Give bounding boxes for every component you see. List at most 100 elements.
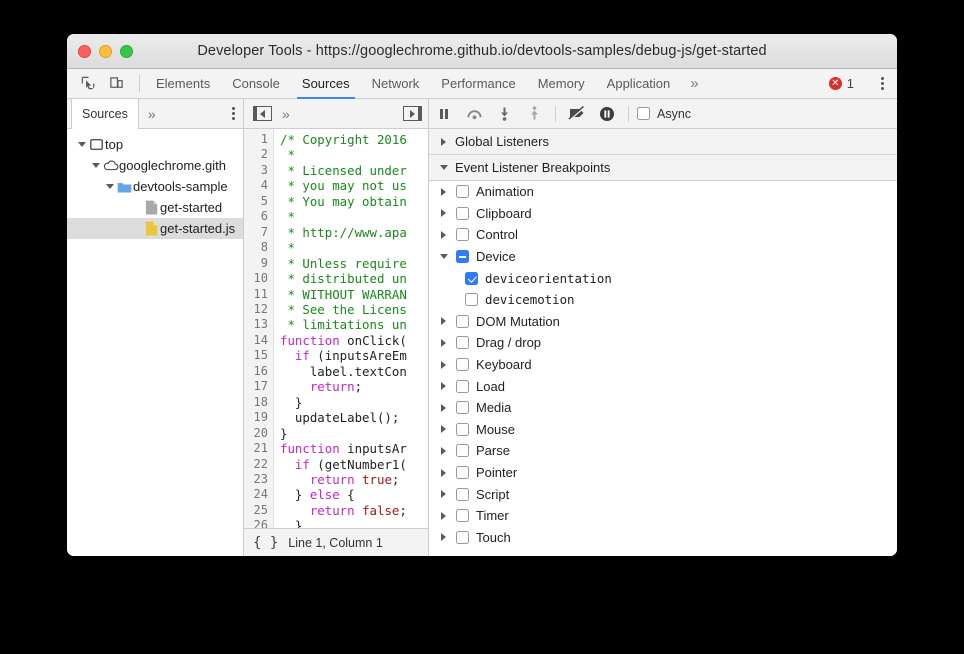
code-line[interactable]: if (getNumber1(	[280, 457, 428, 472]
event-breakpoint-checkbox[interactable]	[456, 423, 469, 436]
twisty-right-icon[interactable]	[438, 317, 449, 325]
code-line[interactable]: }	[280, 395, 428, 410]
twisty-down-icon[interactable]	[438, 254, 449, 259]
pause-resume-button[interactable]	[431, 103, 457, 125]
code-line[interactable]: } else {	[280, 487, 428, 502]
twisty-down-icon[interactable]	[438, 165, 449, 170]
event-breakpoint-row[interactable]: Script	[429, 483, 897, 505]
twisty-right-icon[interactable]	[438, 188, 449, 196]
code-line[interactable]: return false;	[280, 503, 428, 518]
event-breakpoint-checkbox[interactable]	[456, 315, 469, 328]
twisty-right-icon[interactable]	[438, 382, 449, 390]
inspect-element-icon[interactable]	[76, 72, 100, 96]
code-content[interactable]: /* Copyright 2016 * * Licensed under * y…	[274, 129, 428, 528]
minimize-window-button[interactable]	[99, 45, 112, 58]
event-breakpoint-checkbox[interactable]	[456, 207, 469, 220]
tree-item-top[interactable]: top	[67, 134, 243, 155]
event-breakpoint-row[interactable]: Parse	[429, 440, 897, 462]
event-breakpoint-row[interactable]: Mouse	[429, 419, 897, 441]
navigator-overflow-icon[interactable]: »	[139, 106, 165, 122]
twisty-right-icon[interactable]	[438, 404, 449, 412]
navigator-menu-icon[interactable]	[224, 107, 243, 120]
event-breakpoint-checkbox[interactable]	[456, 358, 469, 371]
tree-item-get-started-js[interactable]: get-started.js	[67, 218, 243, 239]
twisty-right-icon[interactable]	[438, 231, 449, 239]
deactivate-breakpoints-button[interactable]	[564, 103, 590, 125]
event-breakpoint-row[interactable]: devicemotion	[429, 289, 897, 311]
event-breakpoint-checkbox[interactable]	[456, 488, 469, 501]
code-line[interactable]: * You may obtain	[280, 194, 428, 209]
pretty-print-icon[interactable]: { }	[253, 535, 278, 551]
event-breakpoint-checkbox[interactable]	[456, 185, 469, 198]
tree-item-folder[interactable]: devtools-sample	[67, 176, 243, 197]
code-line[interactable]: }	[280, 426, 428, 441]
twisty-right-icon[interactable]	[438, 512, 449, 520]
event-breakpoint-checkbox[interactable]	[456, 336, 469, 349]
event-breakpoint-checkbox[interactable]	[456, 228, 469, 241]
twisty-down-icon[interactable]	[103, 184, 116, 189]
event-breakpoint-row[interactable]: Clipboard	[429, 203, 897, 225]
event-breakpoint-row[interactable]: Animation	[429, 181, 897, 203]
code-line[interactable]: * distributed un	[280, 271, 428, 286]
twisty-down-icon[interactable]	[89, 163, 102, 168]
error-badge[interactable]: ✕ 1	[829, 76, 862, 91]
event-breakpoint-checkbox[interactable]	[456, 444, 469, 457]
pause-on-exceptions-button[interactable]	[594, 103, 620, 125]
step-out-button[interactable]	[521, 103, 547, 125]
event-breakpoint-row[interactable]: deviceorientation	[429, 267, 897, 289]
code-line[interactable]: * you may not us	[280, 178, 428, 193]
event-breakpoint-checkbox[interactable]	[465, 293, 478, 306]
code-line[interactable]: updateLabel();	[280, 410, 428, 425]
twisty-right-icon[interactable]	[438, 469, 449, 477]
tab-application[interactable]: Application	[596, 69, 682, 98]
device-toolbar-icon[interactable]	[104, 72, 128, 96]
tree-item-get-started[interactable]: get-started	[67, 197, 243, 218]
twisty-right-icon[interactable]	[438, 447, 449, 455]
code-line[interactable]: }	[280, 518, 428, 528]
twisty-down-icon[interactable]	[75, 142, 88, 147]
async-toggle[interactable]: Async	[637, 107, 691, 121]
step-into-button[interactable]	[491, 103, 517, 125]
code-line[interactable]: *	[280, 209, 428, 224]
code-line[interactable]: function onClick(	[280, 333, 428, 348]
code-line[interactable]: if (inputsAreEm	[280, 348, 428, 363]
code-line[interactable]: * WITHOUT WARRAN	[280, 287, 428, 302]
twisty-right-icon[interactable]	[438, 533, 449, 541]
event-breakpoint-checkbox[interactable]	[456, 466, 469, 479]
event-breakpoint-row[interactable]: Touch	[429, 527, 897, 549]
section-global-listeners[interactable]: Global Listeners	[429, 129, 897, 155]
close-window-button[interactable]	[78, 45, 91, 58]
event-breakpoint-checkbox[interactable]	[456, 250, 469, 263]
event-breakpoint-row[interactable]: DOM Mutation	[429, 311, 897, 333]
show-debugger-icon[interactable]	[403, 106, 422, 121]
event-breakpoint-row[interactable]: Device	[429, 246, 897, 268]
twisty-right-icon[interactable]	[438, 209, 449, 217]
main-menu-icon[interactable]	[873, 77, 892, 90]
event-breakpoint-checkbox[interactable]	[465, 272, 478, 285]
event-breakpoint-checkbox[interactable]	[456, 380, 469, 393]
code-line[interactable]: * See the Licens	[280, 302, 428, 317]
event-breakpoint-row[interactable]: Keyboard	[429, 354, 897, 376]
tree-item-domain[interactable]: googlechrome.gith	[67, 155, 243, 176]
zoom-window-button[interactable]	[120, 45, 133, 58]
show-navigator-icon[interactable]	[253, 106, 272, 121]
tab-elements[interactable]: Elements	[145, 69, 221, 98]
event-breakpoint-row[interactable]: Load	[429, 375, 897, 397]
event-breakpoint-row[interactable]: Control	[429, 224, 897, 246]
event-breakpoint-checkbox[interactable]	[456, 401, 469, 414]
twisty-right-icon[interactable]	[438, 490, 449, 498]
tab-network[interactable]: Network	[361, 69, 431, 98]
tab-sources[interactable]: Sources	[291, 69, 361, 98]
code-line[interactable]: /* Copyright 2016	[280, 132, 428, 147]
tabs-overflow-icon[interactable]: »	[681, 69, 707, 98]
code-line[interactable]: *	[280, 240, 428, 255]
code-line[interactable]: * limitations un	[280, 317, 428, 332]
code-line[interactable]: * Unless require	[280, 256, 428, 271]
twisty-right-icon[interactable]	[438, 361, 449, 369]
tab-performance[interactable]: Performance	[430, 69, 526, 98]
code-line[interactable]: label.textCon	[280, 364, 428, 379]
twisty-right-icon[interactable]	[438, 425, 449, 433]
event-breakpoint-row[interactable]: Drag / drop	[429, 332, 897, 354]
async-checkbox[interactable]	[637, 107, 650, 120]
event-breakpoint-row[interactable]: Pointer	[429, 462, 897, 484]
